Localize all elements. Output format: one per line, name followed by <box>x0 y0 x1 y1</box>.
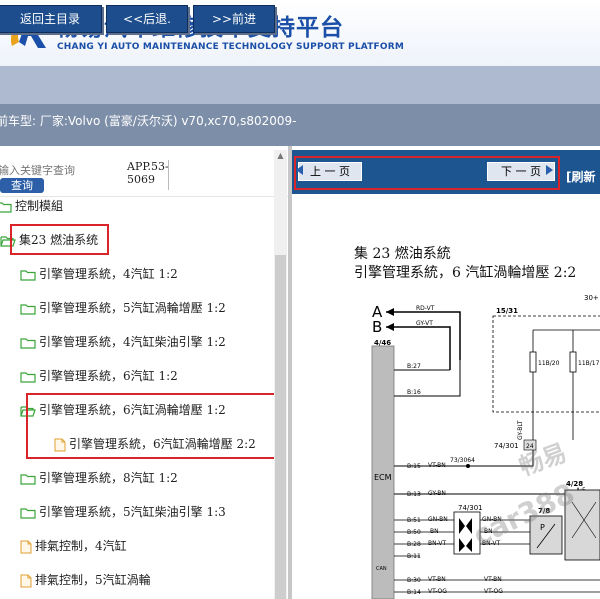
query-button[interactable]: 查询 <box>0 178 44 193</box>
tree-item[interactable]: 引擎管理系統，6汽缸 1:2 <box>20 366 178 386</box>
pin-label: B:50 <box>407 529 421 536</box>
voltage-label: 30+ <box>584 294 599 302</box>
pin-label: B:11 <box>407 553 421 560</box>
search-input[interactable] <box>0 162 90 178</box>
back-button[interactable]: <<后退. <box>106 5 188 33</box>
wire-label: RD-VT <box>416 305 435 312</box>
fuse-label: 11B/20 <box>538 360 560 367</box>
folder-icon <box>20 371 36 383</box>
tree-item-partial[interactable]: 控制模組 <box>0 196 63 216</box>
refresh-button[interactable]: [刷新 <box>566 168 596 185</box>
highlight-box-group <box>10 224 109 255</box>
wire-label: BN-VT <box>428 540 447 547</box>
wire-label: VT-BN <box>428 576 446 583</box>
app-subtitle: CHANG YI AUTO MAINTENANCE TECHNOLOGY SUP… <box>57 42 405 52</box>
pin-label: B:16 <box>407 389 421 396</box>
tree-item[interactable]: 引擎管理系統，8汽缸 1:2 <box>20 468 178 488</box>
wiring-diagram: A B RD-VT GY-VT 4/46 ECM B:27 B:16 15/31… <box>371 294 600 599</box>
folder-icon <box>20 303 36 315</box>
block-label: 15/31 <box>496 307 518 315</box>
pin-label: B:30 <box>407 577 421 584</box>
folder-icon <box>20 269 36 281</box>
node-label: 73/3064 <box>450 457 475 464</box>
folder-icon <box>0 201 12 213</box>
app-separator <box>168 160 169 190</box>
tree-item[interactable]: 引擎管理系統，4汽缸 1:2 <box>20 264 178 284</box>
tree-item[interactable]: 排氣控制，5汽缸渦輪 <box>20 570 151 590</box>
wire-label: VT-BN <box>484 576 502 583</box>
tree-item-label: 引擎管理系統，5汽缸渦輪增壓 1:2 <box>39 301 226 315</box>
document-icon <box>20 540 32 553</box>
tree-item-label: 引擎管理系統，8汽缸 1:2 <box>39 471 178 485</box>
pin-label: B:14 <box>407 589 421 596</box>
tree-item-label: 引擎管理系統，6汽缸 1:2 <box>39 369 178 383</box>
wire-label: BN <box>430 528 439 535</box>
document-icon <box>20 574 32 587</box>
tree-item[interactable]: 引擎管理系統，5汽缸渦輪增壓 1:2 <box>20 298 226 318</box>
wire-label: GN-BN <box>428 516 448 523</box>
wire-label: VT-OG <box>428 588 447 595</box>
folder-icon <box>20 507 36 519</box>
block-label: 4/46 <box>374 339 391 347</box>
tree-item-label: 排氣控制，5汽缸渦輪 <box>35 573 151 587</box>
wire-label: GY-VT <box>416 320 433 327</box>
ecm-label: ECM <box>374 473 392 482</box>
can-label: CAN <box>376 566 387 572</box>
tree-item-label: 引擎管理系統，5汽缸柴油引擎 1:3 <box>39 505 226 519</box>
wire-label: VT-OG <box>484 588 503 595</box>
tree-item-label: 引擎管理系統，4汽缸柴油引擎 1:2 <box>39 335 226 349</box>
doc-subtitle: 引擎管理系統，6 汽缸渦輪增壓 2:2 <box>354 265 577 281</box>
connector-b: B <box>372 318 382 336</box>
tree-item[interactable]: 引擎管理系統，4汽缸柴油引擎 1:2 <box>20 332 226 352</box>
highlight-box-pager <box>294 156 560 190</box>
tree-item[interactable]: 引擎管理系統，5汽缸柴油引擎 1:3 <box>20 502 226 522</box>
tree-item-label: 控制模組 <box>15 199 64 213</box>
box-label: 74/301 <box>458 504 483 512</box>
fuse-label: 11B/17 <box>578 360 600 367</box>
forward-button[interactable]: >>前进 <box>193 5 275 33</box>
tree-item[interactable]: 排氣控制，4汽缸 <box>20 536 127 556</box>
doc-title: 集 23 燃油系統 <box>354 246 451 262</box>
pin-label: B:51 <box>407 517 421 524</box>
folder-icon <box>20 473 36 485</box>
scroll-up-icon[interactable]: ▲ <box>275 150 286 162</box>
tree-item-label: 排氣控制，4汽缸 <box>35 539 127 553</box>
scroll-thumb[interactable] <box>275 255 286 599</box>
pin-label: B:27 <box>407 363 421 370</box>
pin-label: B:28 <box>407 541 421 548</box>
home-button[interactable]: 返回主目录 <box>0 5 102 33</box>
app-code: APP.53-5069 <box>127 160 169 186</box>
wire-label: GY-BLT <box>517 420 524 440</box>
highlight-box-items <box>26 393 277 459</box>
vehicle-info: 前车型: 厂家:Volvo (富豪/沃尔沃) v70,xc70,s802009- <box>0 114 297 128</box>
nav-bar <box>0 66 600 104</box>
tree-item-label: 引擎管理系統，4汽缸 1:2 <box>39 267 178 281</box>
folder-icon <box>20 337 36 349</box>
